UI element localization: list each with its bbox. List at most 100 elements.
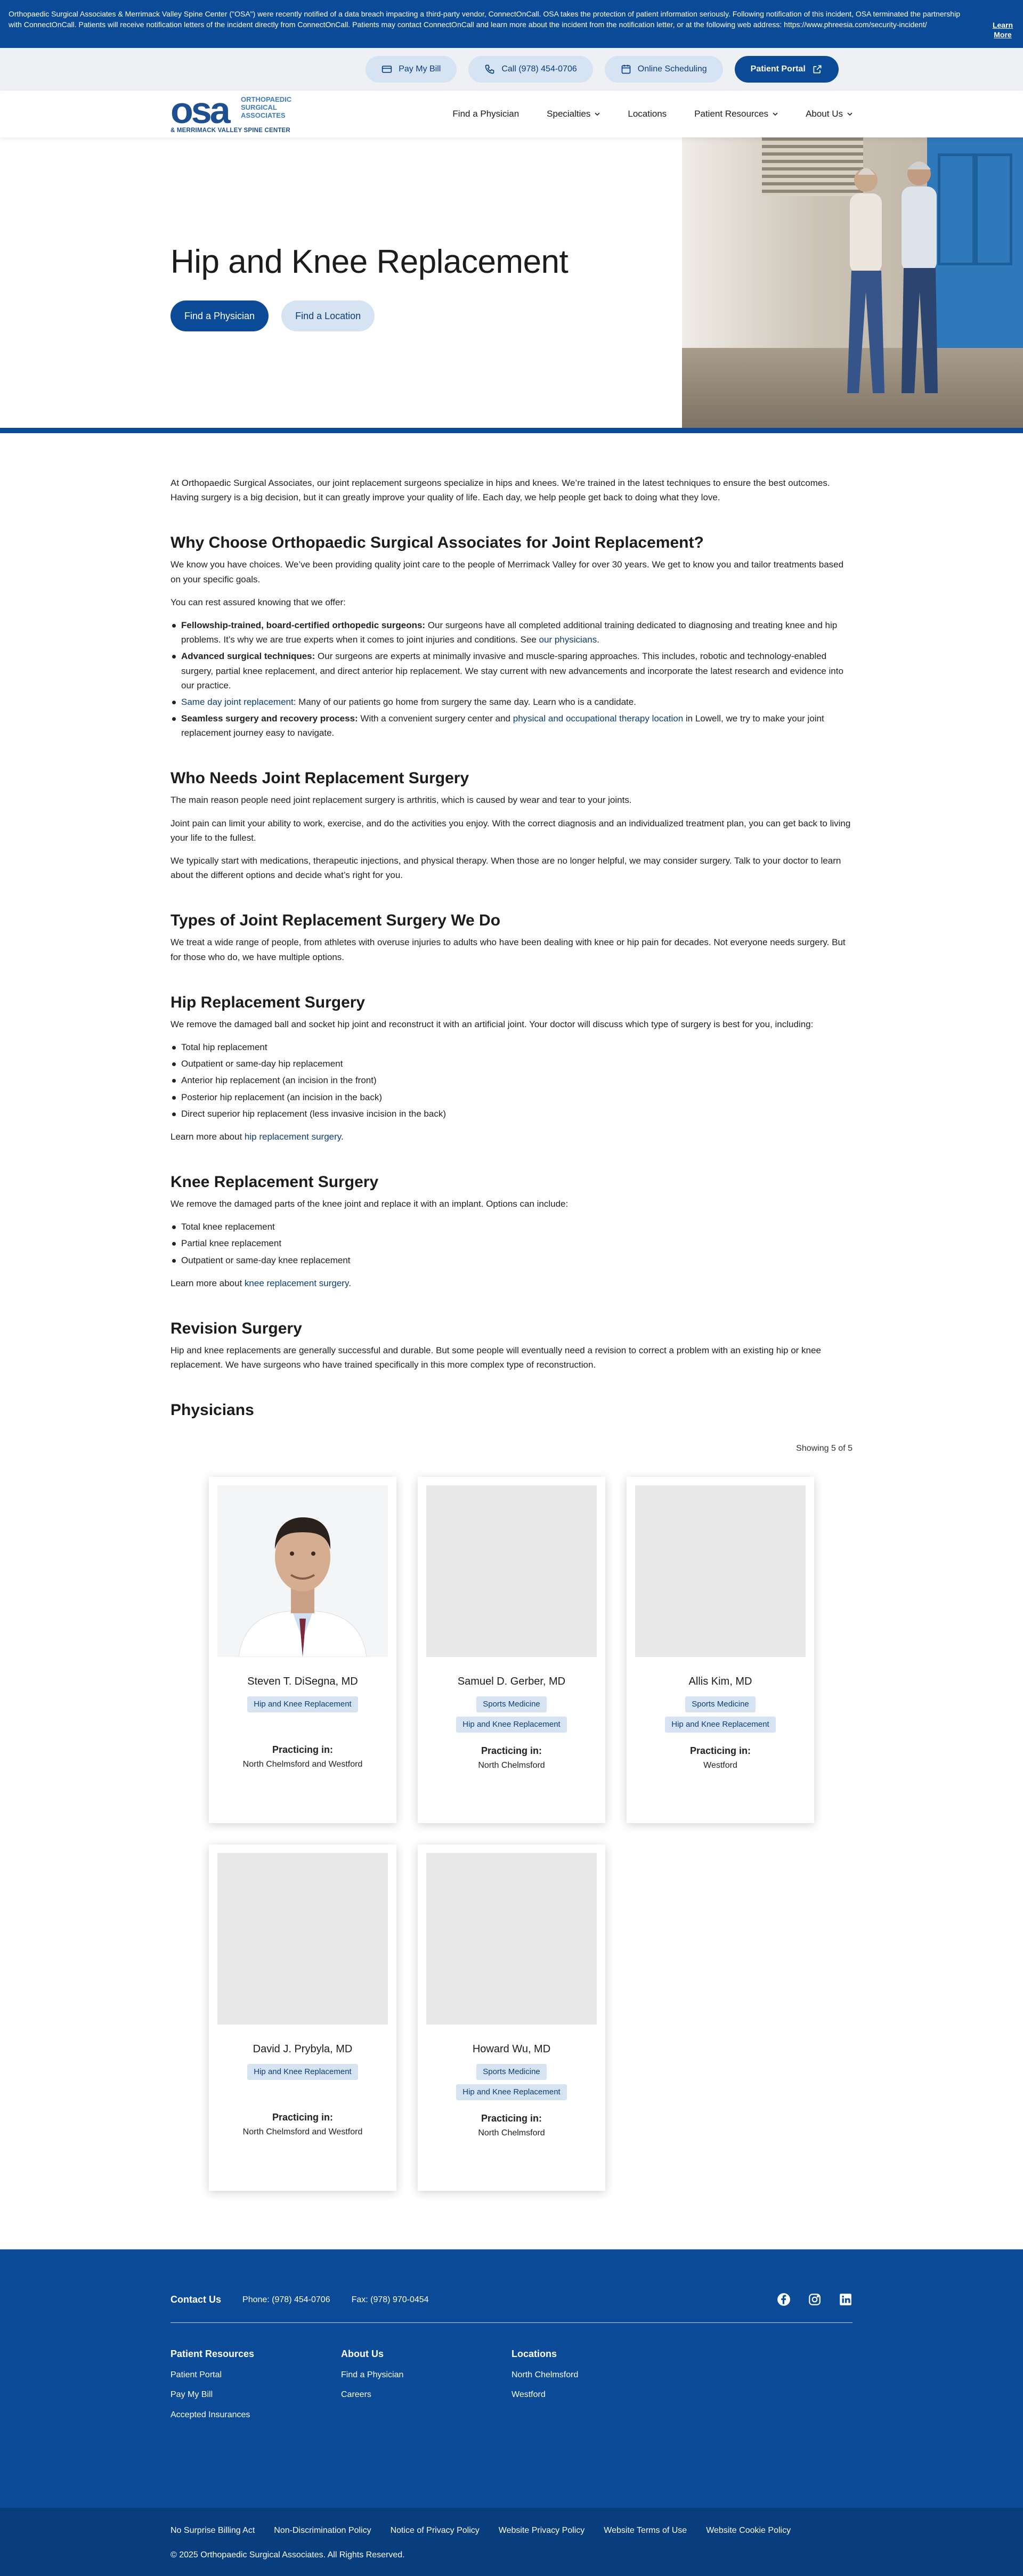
hip-learn-more: Learn more about hip replacement surgery… <box>170 1129 852 1144</box>
physician-photo-placeholder <box>426 1485 597 1657</box>
footer-link[interactable]: Find a Physician <box>341 2368 512 2382</box>
list-item: Fellowship-trained, board-certified orth… <box>170 618 852 647</box>
revision-paragraph: Hip and knee replacements are generally … <box>170 1345 821 1370</box>
list-item: Same day joint replacement: Many of our … <box>170 695 852 709</box>
physician-locations: Westford <box>703 1760 737 1770</box>
footer-col-title: Locations <box>512 2348 557 2359</box>
physician-locations: North Chelmsford and Westford <box>242 1759 363 1769</box>
list-item: Total knee replacement <box>170 1220 852 1234</box>
legal-link[interactable]: Website Terms of Use <box>604 2524 687 2538</box>
knee-replacement-link[interactable]: knee replacement surgery <box>245 1278 348 1288</box>
hip-list: Total hip replacement Outpatient or same… <box>170 1040 852 1121</box>
specialty-badge: Hip and Knee Replacement <box>247 2063 358 2080</box>
nav-patient-resources[interactable]: Patient Resources <box>694 107 778 121</box>
physician-name: Samuel D. Gerber, MD <box>457 1675 566 1687</box>
site-logo[interactable]: osa ORTHOPAEDIC SURGICAL ASSOCIATES & ME… <box>170 92 298 135</box>
list-item: Direct superior hip replacement (less in… <box>170 1107 852 1121</box>
nav-find-physician-label: Find a Physician <box>452 109 519 119</box>
legal-link[interactable]: Notice of Privacy Policy <box>391 2524 480 2538</box>
photo-person-man <box>902 161 938 393</box>
logo-line-3: ASSOCIATES <box>241 111 286 119</box>
who-paragraph-1: The main reason people need joint replac… <box>170 795 632 806</box>
instagram-icon[interactable] <box>808 2293 822 2306</box>
why-paragraph-2: You can rest assured knowing that we off… <box>170 597 346 607</box>
types-paragraph: We treat a wide range of people, from at… <box>170 937 846 962</box>
list-item: Total hip replacement <box>170 1040 852 1054</box>
footer-col-patient-resources: Patient Resources Patient Portal Pay My … <box>170 2346 341 2428</box>
footer-link[interactable]: North Chelmsford <box>512 2368 682 2382</box>
linkedin-icon[interactable] <box>839 2293 852 2306</box>
footer-link[interactable]: Accepted Insurances <box>170 2408 341 2422</box>
physician-card[interactable]: David J. Prybyla, MD Hip and Knee Replac… <box>209 1844 396 2191</box>
hip-replacement-link[interactable]: hip replacement surgery <box>245 1132 341 1142</box>
nav-about[interactable]: About Us <box>806 107 852 121</box>
our-physicians-link[interactable]: our physicians <box>539 635 597 645</box>
learn-more-end: . <box>348 1278 351 1288</box>
specialty-badge: Hip and Knee Replacement <box>456 2084 567 2100</box>
footer-col-locations: Locations North Chelmsford Westford <box>512 2346 682 2428</box>
hip-heading: Hip Replacement Surgery <box>170 993 366 1011</box>
legal-link[interactable]: Website Privacy Policy <box>499 2524 585 2538</box>
nav-menu: Find a Physician Specialties Locations P… <box>452 107 852 121</box>
list-item: Anterior hip replacement (an incision in… <box>170 1073 852 1087</box>
footer-link[interactable]: Pay My Bill <box>170 2388 341 2402</box>
physician-name: David J. Prybyla, MD <box>253 2043 353 2055</box>
logo-line-2: SURGICAL <box>241 103 277 111</box>
specialty-badge: Sports Medicine <box>476 1696 547 1712</box>
learn-more-end: . <box>341 1131 344 1142</box>
site-footer: Contact Us Phone: (978) 454-0706 Fax: (9… <box>0 2249 1023 2508</box>
bullet-title: Fellowship-trained, board-certified orth… <box>181 620 426 630</box>
same-day-joint-replacement-link[interactable]: Same day joint replacement <box>181 697 294 707</box>
bullet-text: : Many of our patients go home from surg… <box>293 696 636 707</box>
nav-find-physician[interactable]: Find a Physician <box>452 107 519 121</box>
portrait-image <box>217 1485 388 1657</box>
footer-link[interactable]: Careers <box>341 2388 512 2402</box>
specialty-badge: Hip and Knee Replacement <box>247 1696 358 1712</box>
footer-phone[interactable]: Phone: (978) 454-0706 <box>242 2293 330 2307</box>
physician-locations: North Chelmsford and Westford <box>242 2127 363 2136</box>
bullet-text: With a convenient surgery center and <box>358 713 513 724</box>
facebook-icon[interactable] <box>777 2293 791 2306</box>
list-item: Outpatient or same-day knee replacement <box>170 1253 852 1267</box>
physician-locations: North Chelmsford <box>478 1760 545 1770</box>
hip-paragraph: We remove the damaged ball and socket hi… <box>170 1019 814 1029</box>
physician-card[interactable]: Howard Wu, MD Sports Medicine Hip and Kn… <box>418 1844 605 2191</box>
specialty-badge: Sports Medicine <box>476 2063 547 2080</box>
find-physician-button[interactable]: Find a Physician <box>170 300 269 331</box>
nav-specialties[interactable]: Specialties <box>547 107 600 121</box>
call-label: Call (978) 454-0706 <box>501 64 577 74</box>
physician-card[interactable]: Allis Kim, MD Sports Medicine Hip and Kn… <box>627 1476 814 1823</box>
footer-link[interactable]: Westford <box>512 2388 682 2402</box>
call-button[interactable]: Call (978) 454-0706 <box>468 56 593 83</box>
legal-link[interactable]: No Surprise Billing Act <box>170 2524 255 2538</box>
nav-locations[interactable]: Locations <box>628 107 667 121</box>
online-scheduling-button[interactable]: Online Scheduling <box>604 56 723 83</box>
pay-bill-button[interactable]: Pay My Bill <box>366 56 457 83</box>
learn-more-link[interactable]: Learn More <box>991 20 1014 39</box>
patient-portal-button[interactable]: Patient Portal <box>734 56 839 83</box>
why-list: Fellowship-trained, board-certified orth… <box>170 618 852 741</box>
physician-card[interactable]: Samuel D. Gerber, MD Sports Medicine Hip… <box>418 1476 605 1823</box>
physician-name: Howard Wu, MD <box>472 2043 551 2055</box>
patient-portal-label: Patient Portal <box>750 64 806 74</box>
logo-words: ORTHOPAEDIC SURGICAL ASSOCIATES <box>241 95 292 120</box>
physician-photo-placeholder <box>426 1852 597 2025</box>
notice-banner: Orthopaedic Surgical Associates & Merrim… <box>0 0 1023 48</box>
physician-card[interactable]: Steven T. DiSegna, MD Hip and Knee Repla… <box>209 1476 396 1823</box>
therapy-location-link[interactable]: physical and occupational therapy locati… <box>513 713 683 724</box>
legal-bar: No Surprise Billing Act Non-Discriminati… <box>0 2507 1023 2576</box>
chevron-down-icon <box>773 112 778 116</box>
practicing-label: Practicing in: <box>481 2112 542 2124</box>
find-location-button[interactable]: Find a Location <box>281 300 375 331</box>
legal-link[interactable]: Website Cookie Policy <box>706 2524 791 2538</box>
who-paragraph-2: Joint pain can limit your ability to wor… <box>170 818 851 843</box>
chevron-down-icon <box>847 112 852 116</box>
footer-link[interactable]: Patient Portal <box>170 2368 341 2382</box>
nav-locations-label: Locations <box>628 109 667 119</box>
knee-paragraph: We remove the damaged parts of the knee … <box>170 1199 569 1209</box>
legal-link[interactable]: Non-Discrimination Policy <box>274 2524 371 2538</box>
logo-line-1: ORTHOPAEDIC <box>241 95 292 103</box>
list-item: Seamless surgery and recovery process: W… <box>170 711 852 740</box>
learn-more-text: Learn more about <box>170 1278 245 1288</box>
physician-photo-placeholder <box>217 1852 388 2025</box>
